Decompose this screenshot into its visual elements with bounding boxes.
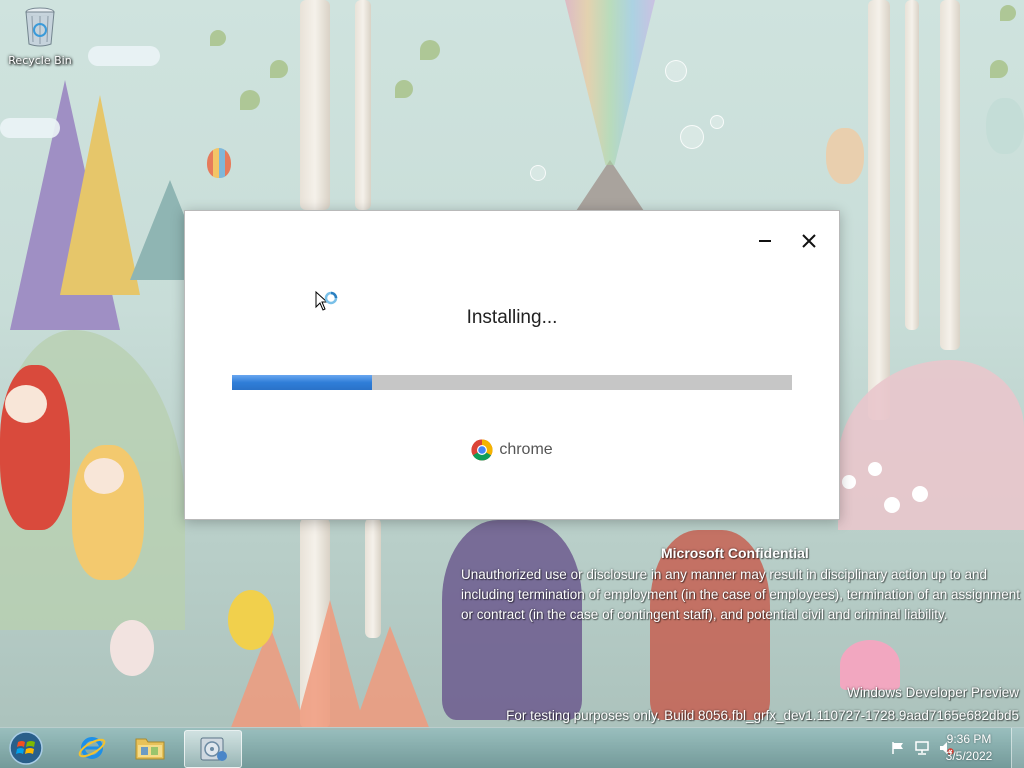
- wallpaper-cloud: [0, 118, 60, 138]
- minimize-icon: [759, 240, 771, 242]
- wallpaper-flower: [912, 486, 928, 502]
- minimize-button[interactable]: [753, 231, 777, 251]
- folder-icon: [135, 738, 165, 760]
- wallpaper-balloon: [207, 148, 231, 178]
- taskbar-chrome-installer[interactable]: [184, 730, 242, 768]
- windows-edition-text: Windows Developer Preview: [847, 685, 1019, 700]
- chrome-logo-icon: [471, 439, 493, 461]
- wallpaper-leaf: [270, 60, 288, 78]
- wallpaper-tree: [300, 0, 330, 210]
- clock-date: 3/5/2022: [945, 749, 993, 763]
- taskbar-clock[interactable]: 9:36 PM 3/5/2022: [934, 731, 1004, 765]
- wallpaper-hill: [838, 360, 1024, 530]
- windows-logo-icon: [9, 731, 43, 765]
- recycle-bin-graphic: [25, 7, 55, 47]
- start-button[interactable]: [4, 730, 48, 766]
- wallpaper-tree: [905, 0, 919, 330]
- chrome-wordmark: chrome: [499, 441, 553, 458]
- build-info-text: For testing purposes only. Build 8056.fb…: [506, 708, 1019, 723]
- wallpaper-bird: [110, 620, 154, 676]
- taskbar: 9:36 PM 3/5/2022: [0, 727, 1024, 768]
- install-progress-bar: [232, 375, 792, 390]
- desktop: Recycle Bin Installing... chrome Microso…: [0, 0, 1024, 768]
- wallpaper-leaf: [240, 90, 260, 110]
- taskbar-internet-explorer[interactable]: [64, 730, 120, 766]
- wallpaper-flower: [884, 497, 900, 513]
- recycle-bin-icon[interactable]: Recycle Bin: [6, 6, 74, 67]
- close-button[interactable]: [797, 229, 821, 253]
- wallpaper-tree: [355, 0, 371, 210]
- install-progress-fill: [232, 375, 372, 390]
- wallpaper-flower: [868, 462, 882, 476]
- recycle-bin-label: Recycle Bin: [8, 54, 72, 67]
- wallpaper-cloud: [88, 46, 160, 66]
- wallpaper-cupcake: [840, 640, 900, 690]
- wallpaper-leaf: [210, 30, 226, 46]
- installer-icon: [200, 737, 227, 761]
- wallpaper-leaf: [395, 80, 413, 98]
- ie-icon: [78, 737, 106, 759]
- show-desktop-button[interactable]: [1011, 728, 1024, 768]
- wallpaper-tree: [365, 518, 381, 638]
- wallpaper-mountain: [60, 95, 140, 295]
- wallpaper-tree: [868, 0, 890, 420]
- close-icon: [802, 234, 816, 248]
- confidential-title: Microsoft Confidential: [661, 545, 809, 561]
- install-status-text: Installing...: [466, 307, 558, 328]
- wallpaper-leaf: [420, 40, 440, 60]
- wallpaper-leaf: [1000, 5, 1016, 21]
- network-icon[interactable]: [914, 740, 930, 756]
- wallpaper-leaf: [990, 60, 1008, 78]
- busy-cursor-icon: [315, 290, 338, 311]
- clock-time: 9:36 PM: [946, 732, 992, 746]
- wallpaper-doll-face: [84, 458, 124, 494]
- wallpaper-bubble: [710, 115, 724, 129]
- chrome-installer-dialog: Installing... chrome: [184, 210, 840, 520]
- wallpaper-rays: [565, 0, 655, 165]
- wallpaper-flower: [842, 475, 856, 489]
- wallpaper-bubble: [665, 60, 687, 82]
- confidential-notice: Unauthorized use or disclosure in any ma…: [461, 567, 1021, 622]
- flag-icon[interactable]: [890, 740, 906, 756]
- taskbar-windows-explorer[interactable]: [122, 730, 178, 766]
- wallpaper-tree: [940, 0, 960, 350]
- wallpaper-doll-face: [5, 385, 47, 423]
- wallpaper-bird: [228, 590, 274, 650]
- wallpaper-lantern: [986, 98, 1024, 154]
- wallpaper-bubble: [680, 125, 704, 149]
- chrome-branding: chrome: [185, 439, 839, 461]
- wallpaper-owl: [826, 128, 864, 184]
- wallpaper-bubble: [530, 165, 546, 181]
